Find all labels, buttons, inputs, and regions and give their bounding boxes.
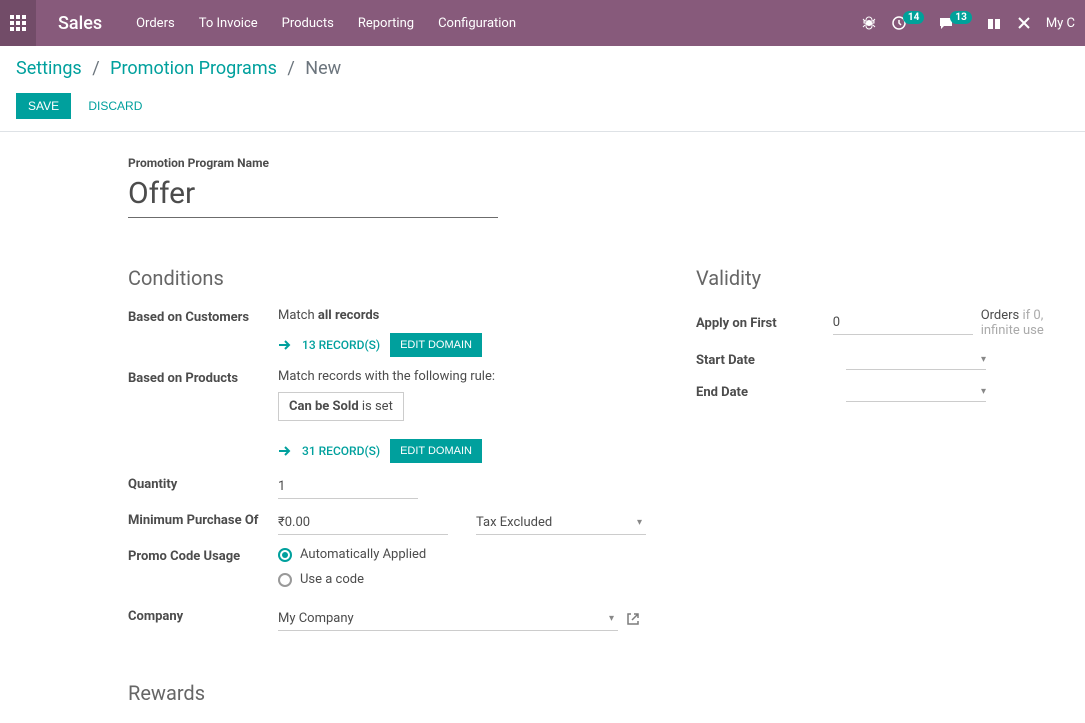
customers-edit-domain-button[interactable]: EDIT DOMAIN: [390, 333, 482, 357]
nav-products[interactable]: Products: [270, 0, 346, 46]
based-on-products-label: Based on Products: [128, 369, 278, 386]
promotion-name-input[interactable]: [128, 176, 498, 218]
breadcrumb-current: New: [305, 58, 341, 79]
breadcrumb-promotion-programs[interactable]: Promotion Programs: [110, 58, 277, 79]
promo-auto-radio[interactable]: Automatically Applied: [278, 547, 648, 562]
nav-orders[interactable]: Orders: [124, 0, 187, 46]
company-label: Company: [128, 607, 278, 624]
orders-suffix: Orders: [981, 308, 1020, 323]
rewards-title: Rewards: [128, 681, 648, 705]
promo-usage-label: Promo Code Usage: [128, 547, 278, 564]
arrow-right-icon: [278, 339, 292, 351]
caret-down-icon: ▾: [609, 613, 614, 624]
external-link-icon[interactable]: [626, 612, 640, 626]
discard-button[interactable]: DISCARD: [88, 99, 142, 113]
products-edit-domain-button[interactable]: EDIT DOMAIN: [390, 439, 482, 463]
user-menu[interactable]: My C: [1046, 16, 1075, 31]
breadcrumb-bar: Settings / Promotion Programs / New: [0, 46, 1085, 79]
radio-unchecked-icon: [278, 573, 292, 587]
topbar: Sales Orders To Invoice Products Reporti…: [0, 0, 1085, 46]
messages-button[interactable]: 13: [938, 15, 971, 31]
systray: 14 13 My C: [861, 15, 1085, 31]
apps-icon: [10, 15, 26, 31]
apps-menu-button[interactable]: [0, 0, 36, 46]
min-purchase-input[interactable]: [278, 511, 448, 535]
company-select[interactable]: [278, 607, 618, 631]
caret-down-icon: ▾: [981, 354, 986, 365]
form-sheet: Promotion Program Name Conditions Based …: [0, 132, 1085, 723]
bug-icon[interactable]: [861, 15, 877, 31]
breadcrumb-settings[interactable]: Settings: [16, 58, 82, 79]
app-title[interactable]: Sales: [36, 13, 124, 34]
based-on-customers-label: Based on Customers: [128, 308, 278, 325]
domain-rule-chip[interactable]: Can be Sold is set: [278, 392, 404, 421]
action-bar: SAVE DISCARD: [0, 79, 1085, 132]
products-match-text: Match records with the following rule:: [278, 369, 648, 384]
promo-code-radio[interactable]: Use a code: [278, 572, 648, 587]
caret-down-icon: ▾: [981, 386, 986, 397]
main-nav: Orders To Invoice Products Reporting Con…: [124, 0, 528, 46]
activities-button[interactable]: 14: [891, 15, 924, 31]
nav-configuration[interactable]: Configuration: [426, 0, 528, 46]
quantity-input[interactable]: [278, 475, 418, 499]
conditions-title: Conditions: [128, 266, 648, 290]
arrow-right-icon: [278, 445, 292, 457]
apply-first-input[interactable]: [833, 311, 973, 335]
nav-to-invoice[interactable]: To Invoice: [187, 0, 270, 46]
tools-icon[interactable]: [1016, 15, 1032, 31]
customers-records-link[interactable]: 13 RECORD(S): [302, 338, 380, 352]
gift-icon[interactable]: [986, 15, 1002, 31]
start-date-input[interactable]: ▾: [846, 350, 986, 370]
start-date-label: Start Date: [696, 353, 846, 368]
messages-badge: 13: [950, 11, 971, 24]
save-button[interactable]: SAVE: [16, 93, 71, 119]
activities-badge: 14: [903, 11, 924, 24]
customers-match-text: Match all records: [278, 308, 648, 323]
tax-select[interactable]: [476, 511, 646, 535]
nav-reporting[interactable]: Reporting: [346, 0, 426, 46]
validity-title: Validity: [696, 266, 1085, 290]
min-purchase-label: Minimum Purchase Of: [128, 511, 278, 528]
quantity-label: Quantity: [128, 475, 278, 492]
radio-checked-icon: [278, 548, 292, 562]
end-date-label: End Date: [696, 385, 846, 400]
end-date-input[interactable]: ▾: [846, 382, 986, 402]
name-label: Promotion Program Name: [128, 156, 1085, 170]
products-records-link[interactable]: 31 RECORD(S): [302, 444, 380, 458]
breadcrumb: Settings / Promotion Programs / New: [16, 58, 1069, 79]
apply-first-label: Apply on First: [696, 316, 833, 331]
caret-down-icon: ▾: [637, 517, 642, 528]
